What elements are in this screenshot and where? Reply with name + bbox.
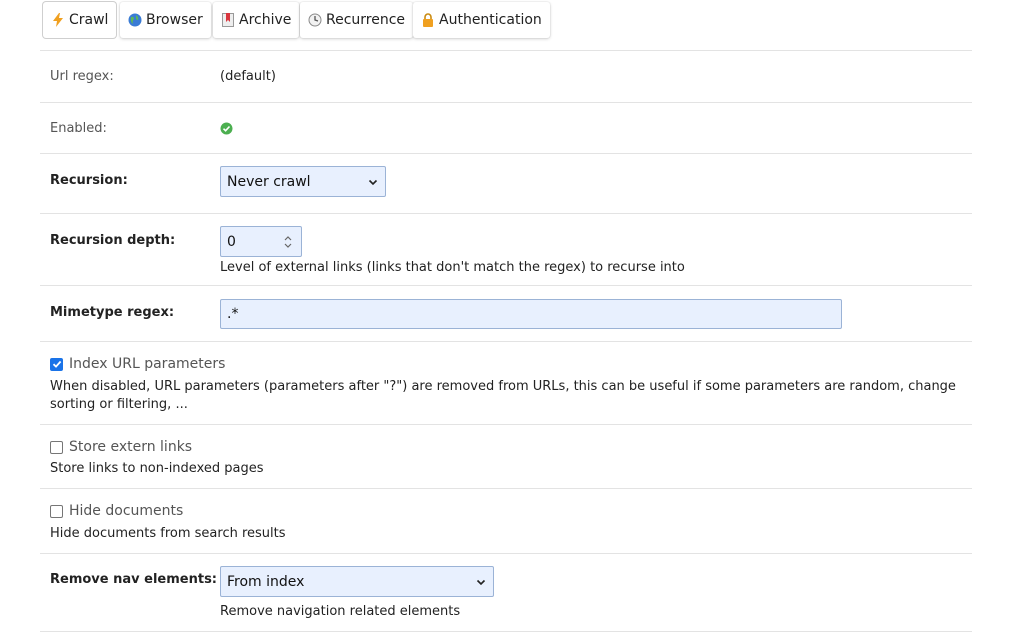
lightning-icon [51, 13, 65, 27]
store-extern-links-label: Store extern links [69, 439, 193, 455]
remove-nav-select[interactable]: From index [220, 566, 494, 597]
hide-documents-checkbox[interactable] [50, 504, 63, 518]
hide-documents-toggle[interactable]: Hide documents [50, 503, 183, 519]
store-extern-links-toggle[interactable]: Store extern links [50, 439, 192, 455]
recursion-selected: Never crawl [227, 173, 311, 190]
url-regex-row: Url regex: (default) [40, 51, 972, 103]
clock-icon [308, 13, 322, 27]
recursion-label: Recursion: [50, 173, 128, 188]
lock-icon [421, 13, 435, 27]
mimetype-regex-input[interactable]: .* [220, 299, 842, 329]
tab-archive[interactable]: Archive [213, 2, 300, 38]
recursion-depth-row: Recursion depth: 0 Level of external lin… [40, 214, 972, 286]
remove-nav-selected: From index [227, 573, 305, 590]
recursion-depth-input[interactable]: 0 [220, 226, 302, 257]
spinner-arrows-icon[interactable] [283, 234, 293, 250]
recursion-depth-value: 0 [227, 233, 236, 250]
bookmark-icon [221, 13, 235, 27]
tab-crawl[interactable]: Crawl [43, 2, 117, 38]
chevron-down-icon [368, 179, 378, 186]
tab-label: Archive [239, 12, 292, 28]
url-regex-value: (default) [220, 69, 276, 84]
tab-label: Crawl [69, 12, 109, 28]
mimetype-regex-row: Mimetype regex: .* [40, 286, 972, 342]
hide-documents-row: Hide documents Hide documents from searc… [40, 489, 972, 554]
store-extern-links-row: Store extern links Store links to non-in… [40, 425, 972, 489]
index-url-params-checkbox[interactable] [50, 357, 63, 371]
recursion-select[interactable]: Never crawl [220, 166, 386, 197]
hide-documents-help: Hide documents from search results [50, 526, 286, 541]
recursion-depth-help: Level of external links (links that don'… [220, 260, 685, 275]
tab-label: Recurrence [326, 12, 406, 28]
store-extern-links-help: Store links to non-indexed pages [50, 461, 264, 476]
hide-documents-label: Hide documents [69, 503, 184, 519]
enabled-row: Enabled: [40, 103, 972, 154]
check-circle-icon [220, 122, 233, 139]
mimetype-regex-label: Mimetype regex: [50, 305, 175, 320]
tab-browser[interactable]: Browser [120, 2, 211, 38]
mimetype-regex-value: .* [227, 306, 239, 322]
tab-bar: Crawl Browser Archive Recurrence Authent… [40, 0, 972, 51]
tab-label: Authentication [439, 12, 542, 28]
chevron-down-icon [476, 579, 486, 586]
index-url-params-toggle[interactable]: Index URL parameters [50, 356, 225, 372]
index-url-params-row: Index URL parameters When disabled, URL … [40, 342, 972, 425]
remove-nav-label: Remove nav elements: [50, 572, 218, 587]
tab-label: Browser [146, 12, 203, 28]
recursion-depth-label: Recursion depth: [50, 233, 176, 248]
url-regex-label: Url regex: [50, 69, 114, 84]
tab-authentication[interactable]: Authentication [413, 2, 550, 38]
recursion-row: Recursion: Never crawl [40, 154, 972, 214]
index-url-params-label: Index URL parameters [69, 356, 226, 372]
enabled-label: Enabled: [50, 121, 107, 136]
store-extern-links-checkbox[interactable] [50, 440, 63, 454]
index-url-params-help: When disabled, URL parameters (parameter… [50, 379, 956, 412]
tab-recurrence[interactable]: Recurrence [300, 2, 414, 38]
remove-nav-row: Remove nav elements: From index Remove n… [40, 554, 972, 632]
globe-icon [128, 13, 142, 27]
remove-nav-help: Remove navigation related elements [220, 604, 461, 619]
